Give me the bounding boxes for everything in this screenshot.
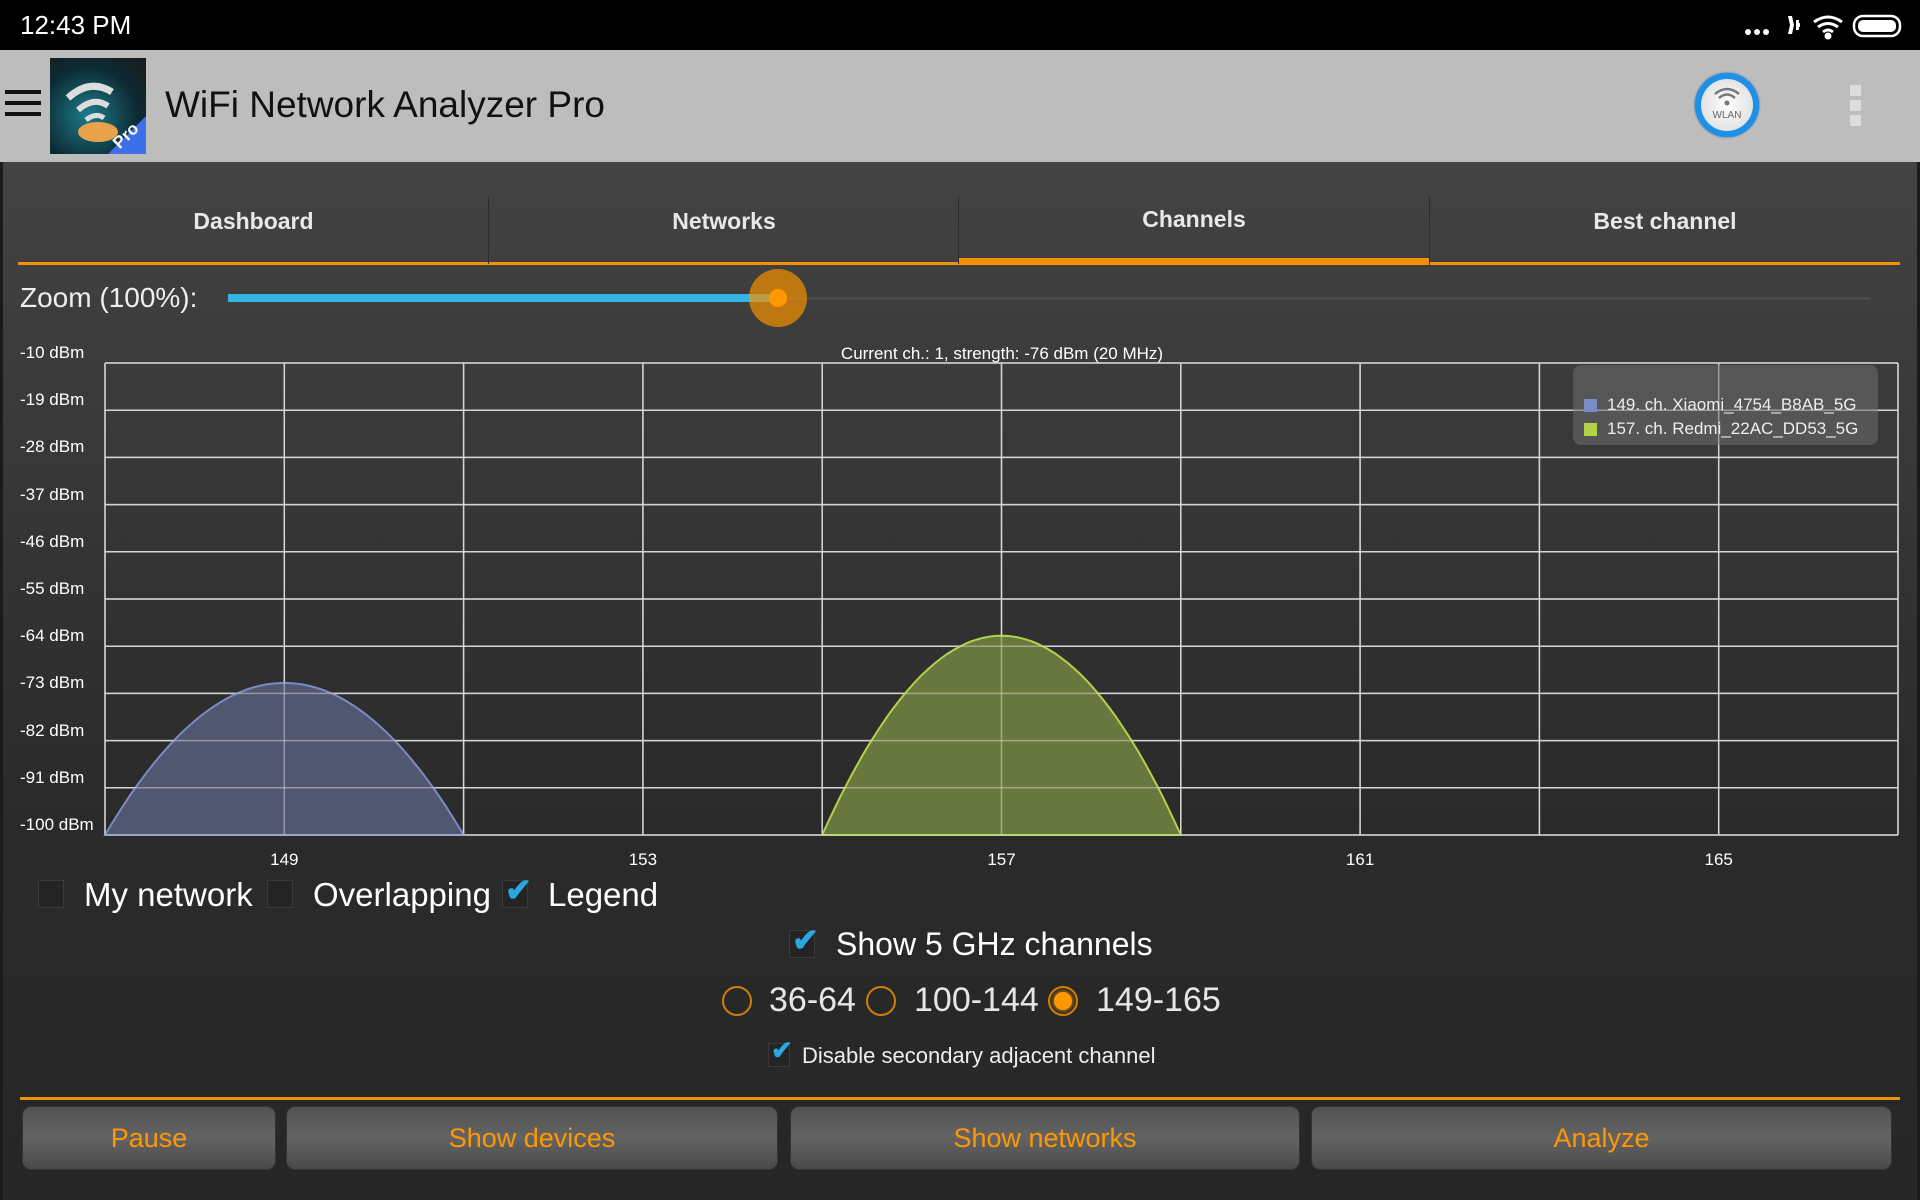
checkmark-icon: ✔ bbox=[771, 1035, 793, 1065]
pause-button[interactable]: Pause bbox=[22, 1106, 276, 1170]
my-network-label: My network bbox=[84, 876, 253, 913]
show-devices-button[interactable]: Show devices bbox=[286, 1106, 778, 1170]
legend-item: 157. ch. Redmi_22AC_DD53_5G bbox=[1584, 419, 1858, 439]
show-networks-button[interactable]: Show networks bbox=[790, 1106, 1300, 1170]
button-label: Show networks bbox=[953, 1122, 1137, 1153]
clipped-help-text bbox=[690, 1082, 1230, 1088]
band-label: 100-144 bbox=[914, 981, 1039, 1019]
my-network-checkbox[interactable] bbox=[38, 880, 64, 908]
disable-secondary-label: Disable secondary adjacent channel bbox=[802, 1043, 1156, 1068]
checkmark-icon: ✔ bbox=[505, 872, 532, 908]
legend-swatch bbox=[1584, 422, 1597, 436]
band-label: 149-165 bbox=[1096, 981, 1221, 1019]
checkmark-icon: ✔ bbox=[792, 922, 819, 958]
legend-label: 157. ch. Redmi_22AC_DD53_5G bbox=[1607, 419, 1859, 438]
legend-swatch bbox=[1584, 398, 1597, 412]
overlapping-label: Overlapping bbox=[313, 876, 491, 913]
legend-label: 149. ch. Xiaomi_4754_B8AB_5G bbox=[1607, 395, 1857, 414]
show-5ghz-checkbox[interactable]: ✔ bbox=[789, 922, 819, 958]
band-radio-149-165[interactable] bbox=[1048, 986, 1078, 1016]
band-radio-100-144[interactable] bbox=[866, 986, 896, 1016]
show-5ghz-label: Show 5 GHz channels bbox=[836, 926, 1153, 962]
disable-secondary-checkbox[interactable]: ✔ bbox=[768, 1035, 793, 1067]
button-label: Pause bbox=[110, 1122, 188, 1153]
legend-toggle-label: Legend bbox=[548, 876, 659, 913]
channel-chart bbox=[103, 362, 1899, 836]
button-label: Analyze bbox=[1553, 1122, 1650, 1153]
analyze-button[interactable]: Analyze bbox=[1311, 1106, 1892, 1170]
button-label: Show devices bbox=[448, 1122, 616, 1153]
overlapping-checkbox[interactable] bbox=[267, 880, 293, 908]
legend-item: 149. ch. Xiaomi_4754_B8AB_5G bbox=[1584, 395, 1857, 415]
divider bbox=[20, 1097, 1900, 1100]
band-radio-36-64[interactable] bbox=[722, 986, 752, 1016]
legend-checkbox[interactable]: ✔ bbox=[502, 872, 532, 908]
band-label: 36-64 bbox=[769, 981, 856, 1019]
